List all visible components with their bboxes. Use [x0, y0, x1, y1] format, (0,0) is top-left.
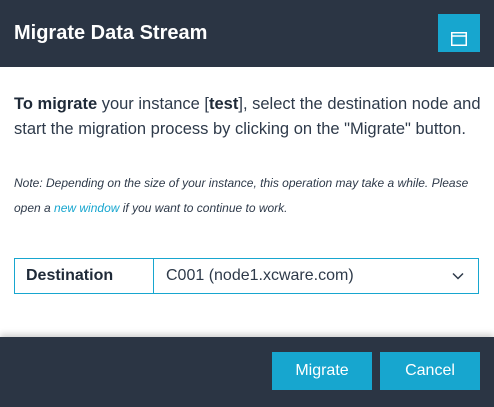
maximize-button[interactable] — [438, 14, 480, 52]
migrate-button[interactable]: Migrate — [272, 352, 372, 390]
migrate-dialog: Migrate Data Stream To migrate your inst… — [0, 0, 494, 407]
window-maximize-icon — [438, 31, 480, 46]
cancel-button[interactable]: Cancel — [380, 352, 480, 390]
dialog-body: To migrate your instance [test], select … — [0, 67, 494, 337]
instance-name: test — [209, 95, 239, 113]
destination-row: Destination C001 (node1.xcware.com) — [14, 258, 479, 294]
intro-lead: To migrate — [14, 95, 98, 113]
new-window-link[interactable]: new window — [54, 201, 119, 215]
destination-select[interactable]: C001 (node1.xcware.com) — [154, 259, 478, 293]
dialog-header: Migrate Data Stream — [0, 0, 494, 67]
dialog-footer: Migrate Cancel — [0, 337, 494, 407]
dialog-title: Migrate Data Stream — [14, 22, 208, 44]
note-after-link: if you want to continue to work. — [119, 201, 288, 215]
intro-text: To migrate your instance [test], select … — [14, 92, 484, 142]
destination-selected-value: C001 (node1.xcware.com) — [166, 267, 354, 284]
intro-text-before-instance: your instance [ — [97, 95, 210, 113]
destination-label: Destination — [15, 259, 154, 293]
note-text: Note: Depending on the size of your inst… — [14, 171, 484, 221]
chevron-down-icon — [452, 267, 464, 285]
